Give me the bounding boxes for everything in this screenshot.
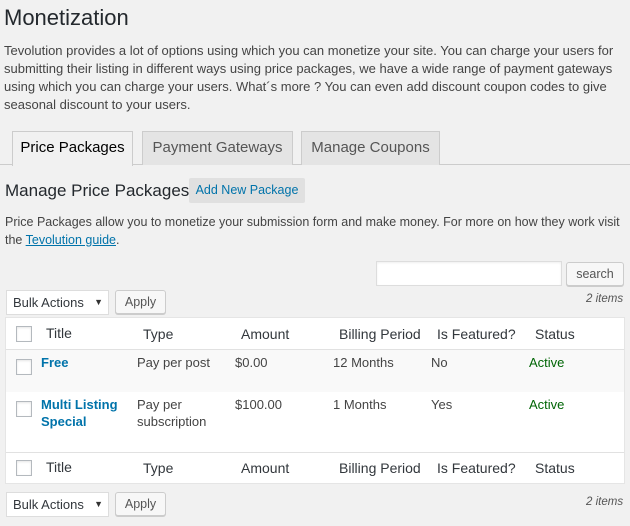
bulk-actions-select-bottom[interactable]: Bulk Actions ▼ [6, 492, 109, 517]
package-name-line1: Multi Listing [41, 397, 118, 412]
column-type: Type [143, 326, 174, 342]
package-featured: Yes [431, 397, 453, 412]
package-type-line1: Pay per [137, 397, 182, 412]
section-title: Manage Price Packages [5, 181, 190, 200]
page-intro: Tevolution provides a lot of options usi… [4, 43, 614, 112]
apply-button-top[interactable]: Apply [115, 290, 166, 314]
select-all-checkbox-footer[interactable] [16, 460, 32, 476]
package-name-link[interactable]: Multi Listing Special [41, 396, 118, 430]
package-billing-period: 12 Months [333, 355, 394, 370]
tab-manage-coupons[interactable]: Manage Coupons [301, 131, 440, 165]
item-count-bottom: 2 items [586, 496, 624, 508]
column-is-featured-footer: Is Featured? [437, 460, 516, 476]
row-checkbox[interactable] [16, 359, 32, 375]
apply-button-bottom[interactable]: Apply [115, 492, 166, 516]
search-input[interactable] [376, 261, 562, 286]
package-billing-period: 1 Months [333, 397, 387, 412]
package-name-line2: Special [41, 414, 87, 429]
tab-payment-gateways[interactable]: Payment Gateways [142, 131, 293, 165]
row-checkbox[interactable] [16, 401, 32, 417]
column-title[interactable]: Title [46, 325, 72, 342]
column-billing-period: Billing Period [339, 326, 421, 342]
section-description-suffix: . [115, 233, 120, 247]
tab-bar: Price Packages Payment Gateways Manage C… [0, 131, 630, 166]
package-type-line2: subscription [137, 414, 207, 429]
column-billing-period-footer: Billing Period [339, 460, 421, 476]
table-header-row: Title Type Amount Billing Period Is Feat… [6, 318, 624, 350]
column-status-footer: Status [535, 460, 575, 476]
section-description: Price Packages allow you to monetize you… [5, 213, 627, 249]
page-title: Monetization [4, 5, 129, 30]
chevron-down-icon: ▼ [94, 297, 103, 307]
package-type: Pay per post [137, 355, 210, 370]
column-status: Status [535, 326, 575, 342]
item-count-top: 2 items [586, 293, 624, 305]
search-button[interactable]: search [566, 262, 624, 286]
status-badge: Active [529, 397, 565, 412]
tab-price-packages[interactable]: Price Packages [12, 131, 133, 166]
package-amount: $0.00 [235, 355, 268, 370]
table-row: Free Pay per post $0.00 12 Months No Act… [6, 350, 624, 392]
table-footer-row: Title Type Amount Billing Period Is Feat… [6, 452, 624, 484]
add-new-package-button[interactable]: Add New Package [189, 178, 305, 203]
column-title-footer[interactable]: Title [46, 459, 72, 476]
column-is-featured: Is Featured? [437, 326, 516, 342]
column-amount: Amount [241, 326, 290, 342]
price-packages-table: Title Type Amount Billing Period Is Feat… [5, 317, 625, 484]
column-type-footer: Type [143, 460, 174, 476]
bulk-actions-value: Bulk Actions [13, 497, 84, 512]
package-name-link[interactable]: Free [41, 354, 68, 371]
chevron-down-icon: ▼ [94, 499, 103, 509]
status-badge: Active [529, 355, 565, 370]
package-featured: No [431, 355, 448, 370]
bulk-actions-value: Bulk Actions [13, 295, 84, 310]
select-all-checkbox[interactable] [16, 326, 32, 342]
table-row: Multi Listing Special Pay per subscripti… [6, 392, 624, 452]
bulk-actions-select-top[interactable]: Bulk Actions ▼ [6, 290, 109, 315]
package-amount: $100.00 [235, 397, 282, 412]
column-amount-footer: Amount [241, 460, 290, 476]
package-type: Pay per subscription [137, 396, 206, 430]
tevolution-guide-link[interactable]: Tevolution guide [26, 233, 116, 247]
